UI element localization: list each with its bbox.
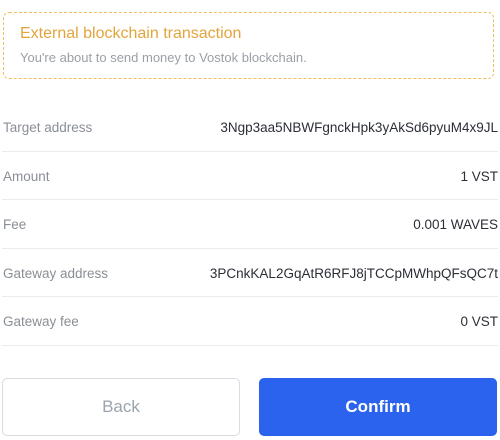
detail-label: Fee	[3, 217, 27, 233]
detail-row-gateway-address: Gateway address 3PCnkKAL2GqAtR6RFJ8jTCCp…	[2, 249, 498, 298]
detail-row-fee: Fee 0.001 WAVES	[2, 200, 498, 249]
detail-label: Target address	[3, 120, 93, 135]
detail-row-amount: Amount 1 VST	[2, 152, 498, 201]
back-button[interactable]: Back	[2, 378, 240, 436]
transaction-details: Target address 3Ngp3aa5NBWFgnckHpk3yAkSd…	[2, 103, 498, 346]
notice-title: External blockchain transaction	[20, 25, 242, 42]
detail-label: Gateway address	[3, 265, 109, 281]
detail-value: 3PCnkKAL2GqAtR6RFJ8jTCCpMWhpQFsQC7t	[209, 265, 498, 281]
detail-value: 3Ngp3aa5NBWFgnckHpk3yAkSd6pyuM4x9JL	[220, 120, 498, 135]
confirm-button[interactable]: Confirm	[259, 378, 497, 436]
detail-label: Gateway fee	[3, 314, 79, 330]
notice-subtitle: You're about to send money to Vostok blo…	[20, 50, 307, 65]
detail-value: 0 VST	[460, 314, 498, 330]
detail-label: Amount	[3, 168, 50, 184]
external-transaction-notice: External blockchain transaction You're a…	[3, 12, 494, 79]
detail-row-target-address: Target address 3Ngp3aa5NBWFgnckHpk3yAkSd…	[2, 103, 498, 152]
detail-row-gateway-fee: Gateway fee 0 VST	[2, 297, 498, 346]
detail-value: 1 VST	[460, 168, 498, 184]
detail-value: 0.001 WAVES	[413, 217, 498, 233]
